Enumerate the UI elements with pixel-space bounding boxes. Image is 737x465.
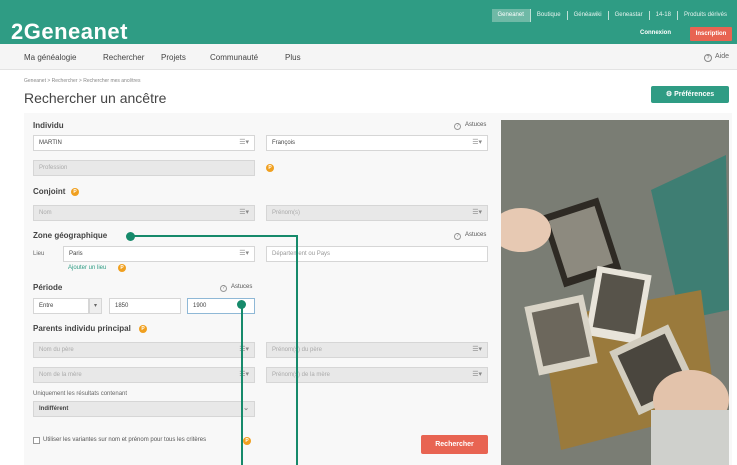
astuces-label: Astuces [465, 232, 487, 238]
conjoint-nom-placeholder: Nom [39, 210, 52, 216]
results-value: Indifférent [39, 406, 69, 412]
region-input[interactable]: Département ou Pays [266, 246, 488, 262]
help-icon: ? [703, 54, 712, 62]
premium-icon[interactable]: P [139, 325, 147, 333]
page-title: Rechercher un ancêtre [24, 90, 167, 106]
lieu-label: Lieu [33, 251, 45, 257]
add-place-link[interactable]: Ajouter un lieu [68, 265, 106, 271]
astuces-zone[interactable]: ? Astuces [454, 232, 486, 240]
rechercher-button[interactable]: Rechercher [421, 435, 488, 454]
top-link-1418[interactable]: 14-18 [650, 11, 678, 20]
top-links: Geneanet Boutique Généawiki Geneastar 14… [491, 9, 733, 22]
astuces-label: Astuces [465, 122, 487, 128]
main-nav: Ma généalogie Rechercher Projets Communa… [0, 44, 737, 70]
lieu-input[interactable]: Paris ☰▾ [63, 246, 255, 262]
top-bar: Geneanet Boutique Généawiki Geneastar 14… [0, 0, 737, 44]
list-menu-icon[interactable]: ☰▾ [472, 343, 482, 357]
conjoint-prenom-input[interactable]: Prénom(s) ☰▾ [266, 205, 488, 221]
periode-mode-select[interactable]: Entre [33, 298, 89, 314]
periode-from-value: 1850 [115, 303, 129, 309]
conjoint-nom-input[interactable]: Nom ☰▾ [33, 205, 255, 221]
aide-link[interactable]: ? Aide [703, 53, 729, 62]
list-menu-icon[interactable]: ☰▾ [239, 206, 249, 220]
premium-icon[interactable]: P [243, 437, 251, 445]
section-individu: Individu [33, 121, 64, 130]
results-select[interactable]: Indifférent ⌄ [33, 401, 255, 417]
section-conjoint: Conjoint [33, 187, 66, 196]
nom-input[interactable]: MARTIN ☰▾ [33, 135, 255, 151]
region-placeholder: Département ou Pays [272, 251, 331, 257]
nav-communaute[interactable]: Communauté [210, 53, 258, 62]
periode-mode-value: Entre [39, 303, 54, 309]
pere-prenom-input[interactable]: Prénom(s) du père ☰▾ [266, 342, 488, 358]
mere-nom-input[interactable]: Nom de la mère ☰▾ [33, 367, 255, 383]
variantes-label: Utiliser les variantes sur nom et prénom… [43, 437, 207, 443]
list-menu-icon[interactable]: ☰▾ [239, 247, 249, 261]
logo-text: 2Geneanet [11, 19, 128, 44]
pere-nom-placeholder: Nom du père [39, 347, 74, 353]
photo-illustration [501, 120, 729, 465]
top-link-geneawiki[interactable]: Généawiki [568, 11, 609, 20]
nav-plus[interactable]: Plus [285, 53, 301, 62]
mere-nom-placeholder: Nom de la mère [39, 372, 82, 378]
prenom-value: François [272, 140, 296, 146]
results-label: Uniquement les résultats contenant [33, 391, 128, 397]
nom-value: MARTIN [39, 140, 62, 146]
top-link-boutique[interactable]: Boutique [531, 11, 568, 20]
section-parents: Parents individu principal [33, 324, 131, 333]
list-menu-icon[interactable]: ☰▾ [472, 136, 482, 150]
preferences-button[interactable]: ⚙ Préférences [651, 86, 729, 103]
conjoint-prenom-placeholder: Prénom(s) [272, 210, 301, 216]
chevron-down-icon[interactable]: ▾ [89, 298, 102, 314]
periode-to-value: 1900 [193, 303, 207, 309]
premium-icon[interactable]: P [266, 164, 274, 172]
profession-input[interactable]: Profession [33, 160, 255, 176]
premium-icon[interactable]: P [71, 188, 79, 196]
list-menu-icon[interactable]: ☰▾ [239, 136, 249, 150]
ancestor-photos-image [501, 120, 729, 465]
astuces-individu[interactable]: ? Astuces [454, 122, 486, 130]
lieu-value: Paris [69, 251, 83, 257]
mere-prenom-input[interactable]: Prénom(s) de la mère ☰▾ [266, 367, 488, 383]
callout-line [296, 235, 298, 465]
connexion-button[interactable]: Connexion [640, 30, 671, 36]
variantes-checkbox[interactable] [33, 437, 40, 444]
astuces-label: Astuces [231, 284, 253, 290]
section-zone-geographique: Zone géographique [33, 231, 108, 240]
preferences-label: Préférences [674, 91, 715, 98]
top-link-produits[interactable]: Produits dérivés [678, 11, 733, 20]
top-link-geneanet[interactable]: Geneanet [491, 9, 531, 22]
section-periode: Période [33, 283, 63, 292]
pere-nom-input[interactable]: Nom du père ☰▾ [33, 342, 255, 358]
help-icon: ? [220, 285, 227, 292]
chevron-down-icon[interactable]: ⌄ [243, 402, 249, 416]
nav-rechercher[interactable]: Rechercher [103, 53, 144, 62]
astuces-periode[interactable]: ? Astuces [220, 284, 252, 292]
list-menu-icon[interactable]: ☰▾ [472, 206, 482, 220]
callout-line [130, 235, 298, 237]
geneanet-logo[interactable]: 2Geneanet [11, 21, 128, 43]
breadcrumb[interactable]: Geneanet > Rechercher > Rechercher mes a… [24, 78, 140, 84]
nav-ma-genealogie[interactable]: Ma généalogie [24, 53, 76, 62]
top-link-geneastar[interactable]: Geneastar [609, 11, 650, 20]
help-icon: ? [454, 123, 461, 130]
help-icon: ? [454, 233, 461, 240]
mere-prenom-placeholder: Prénom(s) de la mère [272, 372, 331, 378]
nav-projets[interactable]: Projets [161, 53, 186, 62]
premium-icon[interactable]: P [118, 264, 126, 272]
profession-placeholder: Profession [39, 165, 68, 171]
aide-label: Aide [714, 53, 729, 60]
list-menu-icon[interactable]: ☰▾ [472, 368, 482, 382]
inscription-button[interactable]: Inscription [690, 27, 732, 41]
callout-line [241, 305, 243, 465]
prenom-input[interactable]: François ☰▾ [266, 135, 488, 151]
periode-from-input[interactable]: 1850 [109, 298, 181, 314]
